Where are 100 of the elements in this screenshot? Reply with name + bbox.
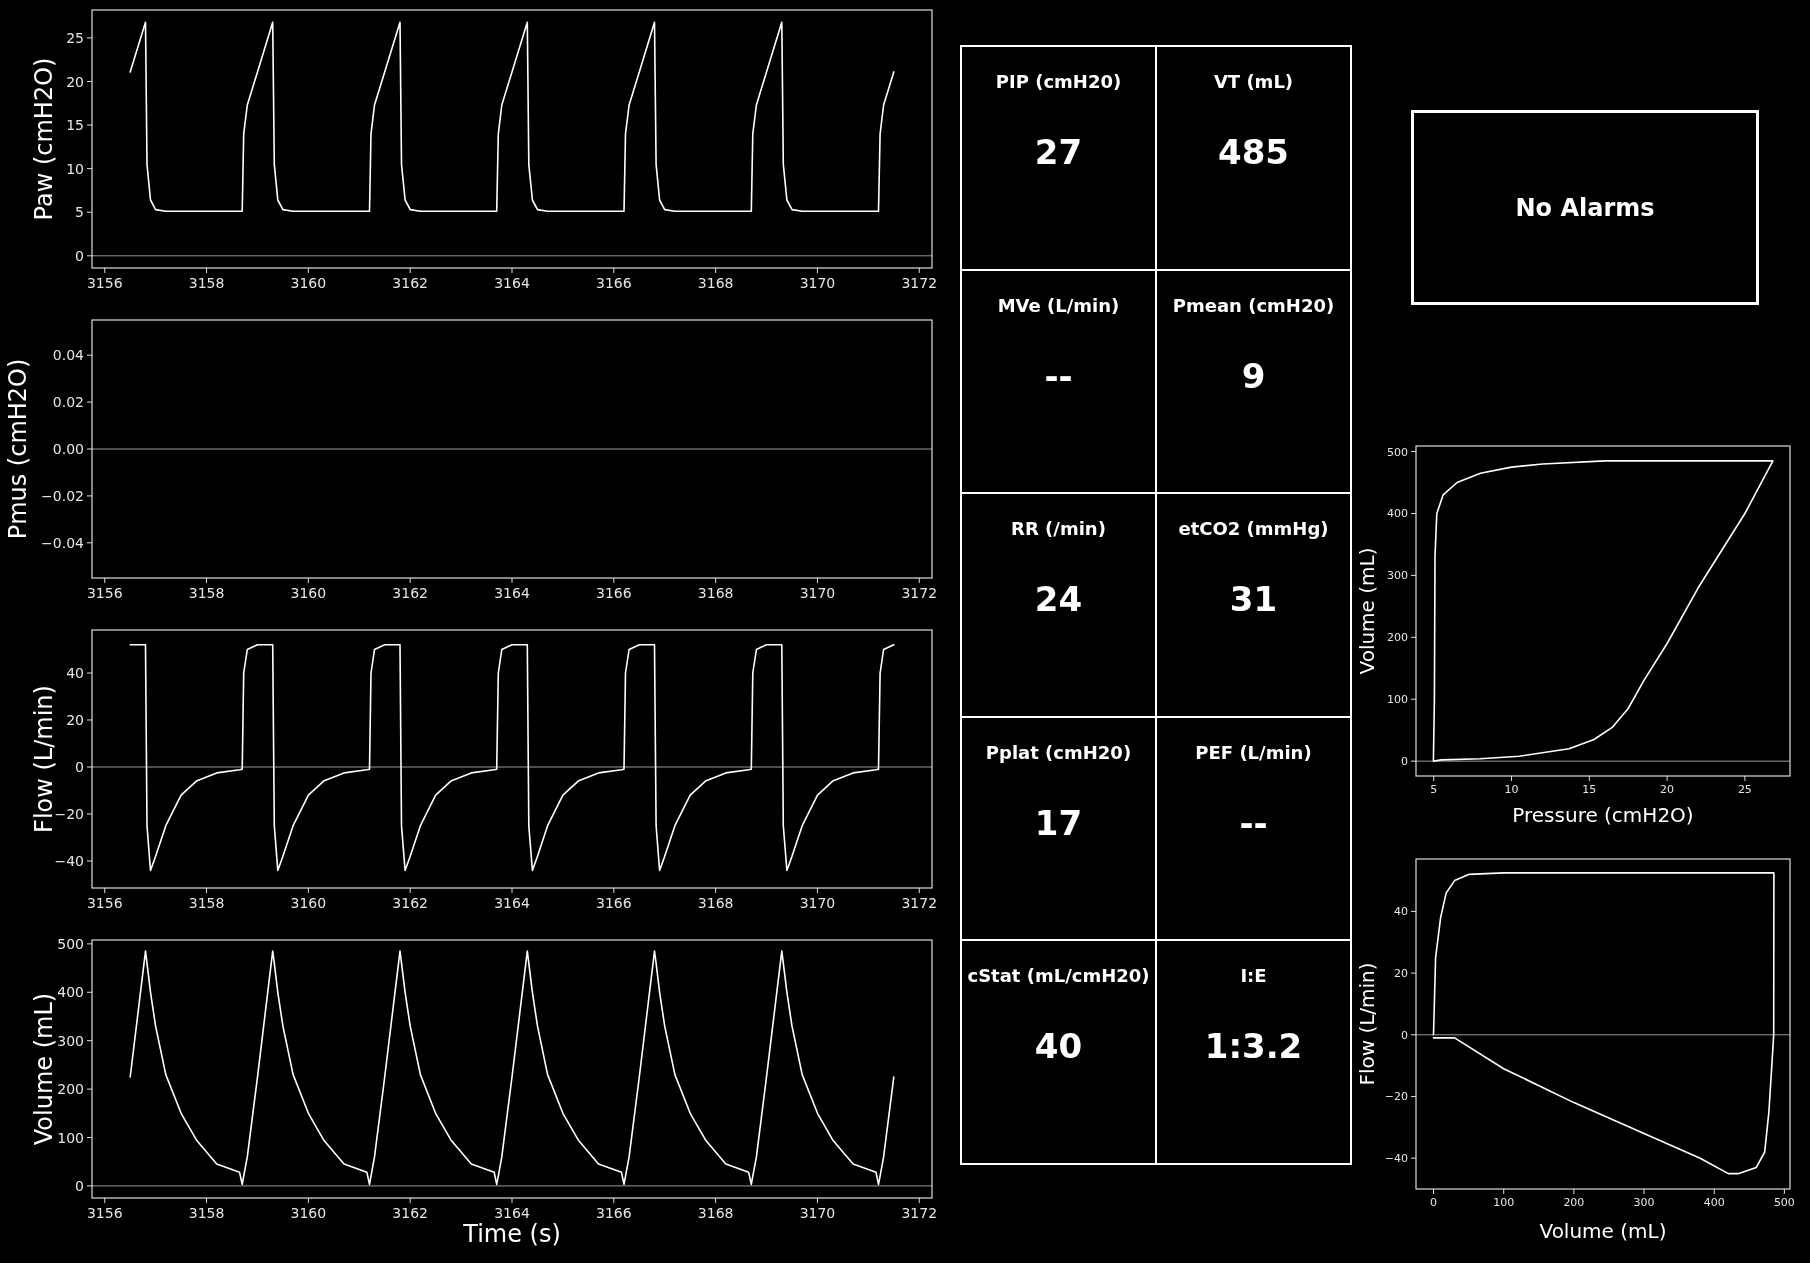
tick-mark [511, 267, 513, 274]
tick-mark [206, 887, 208, 894]
tick-mark [86, 124, 93, 126]
tick-label: 300 [1633, 1196, 1655, 1209]
metric-label: Pmean (cmH20) [1172, 294, 1335, 316]
tick-label: 3158 [188, 585, 225, 601]
tick-mark [86, 860, 93, 862]
tick-label: 200 [1563, 1196, 1585, 1209]
alarm-status: No Alarms [1411, 110, 1759, 305]
tick-label: 500 [57, 935, 84, 952]
tick-label: 3162 [392, 275, 428, 291]
tick-label: 3164 [494, 275, 530, 291]
tick-label: 25 [1737, 783, 1752, 796]
tick-mark [715, 887, 717, 894]
tick-mark [86, 991, 93, 993]
tick-mark [104, 1197, 106, 1204]
tick-label: −0.02 [41, 487, 84, 504]
axis-label: Volume (mL) [30, 992, 58, 1146]
tick-label: 0 [1401, 1028, 1408, 1042]
axis-label: Pressure (cmH2O) [1512, 803, 1694, 827]
tick-mark [715, 1197, 717, 1204]
tick-label: 40 [66, 665, 84, 682]
tick-mark [86, 495, 93, 497]
tick-label: 3166 [596, 585, 632, 601]
tick-label: 3168 [697, 895, 734, 911]
tick-mark [86, 672, 93, 674]
tick-mark [918, 577, 920, 584]
tick-label: 3164 [494, 895, 530, 911]
axis-label: Time (s) [463, 1220, 561, 1248]
tick-mark [1410, 574, 1417, 576]
tick-mark [86, 1185, 93, 1187]
tick-label: 5 [75, 204, 84, 221]
metric-value: 9 [1241, 355, 1266, 396]
tick-label: 3170 [799, 275, 836, 291]
tick-mark [86, 766, 93, 768]
tick-mark [1410, 760, 1417, 762]
tick-mark [1410, 1034, 1417, 1036]
tick-label: −20 [54, 806, 84, 822]
tick-label: 3172 [901, 895, 938, 911]
tick-label: −40 [54, 853, 84, 869]
tick-label: 20 [1394, 967, 1408, 981]
metric-value: 17 [1034, 802, 1083, 843]
metric-label: PIP (cmH20) [995, 71, 1122, 92]
tick-mark [307, 267, 309, 274]
tick-mark [206, 1197, 208, 1204]
tick-label: 0.02 [52, 394, 84, 411]
tick-mark [918, 887, 920, 894]
tick-mark [409, 267, 411, 274]
tick-label: 25 [66, 29, 84, 46]
tick-label: 3160 [290, 585, 327, 601]
tick-mark [1433, 1188, 1435, 1195]
tick-label: 400 [57, 984, 84, 1001]
metric-label: RR (/min) [1011, 518, 1106, 540]
tick-mark [104, 887, 106, 894]
tick-mark [307, 1197, 309, 1204]
tick-mark [86, 255, 93, 257]
tick-mark [86, 1137, 93, 1138]
tick-label: 300 [1387, 569, 1408, 583]
tick-label: 3170 [799, 895, 836, 911]
tick-label: 3168 [697, 275, 734, 291]
tick-mark [206, 577, 208, 584]
tick-label: 3156 [86, 1205, 123, 1221]
tick-label: 3162 [392, 585, 428, 601]
axis-label: Pmus (cmH2O) [4, 358, 32, 540]
tick-label: −20 [1384, 1090, 1408, 1104]
tick-mark [715, 577, 717, 584]
metric-value: 27 [1034, 132, 1083, 172]
metric-value: 24 [1034, 579, 1083, 620]
tick-mark [86, 448, 93, 450]
tick-mark [1410, 972, 1417, 974]
tick-label: 3158 [188, 1205, 225, 1221]
tick-label: 20 [66, 712, 84, 729]
tick-label: 3162 [392, 895, 428, 911]
tick-mark [918, 1197, 920, 1204]
tick-label: 0.04 [52, 347, 84, 364]
tick-label: 3160 [290, 1205, 327, 1221]
metric-label: etCO2 (mmHg) [1178, 518, 1329, 540]
tick-mark [104, 267, 106, 274]
tick-label: 3166 [596, 1205, 632, 1221]
tick-mark [918, 267, 920, 274]
tick-mark [307, 577, 309, 584]
tick-label: 40 [1394, 905, 1408, 919]
tick-label: 0.00 [52, 441, 84, 458]
tick-label: 400 [1387, 507, 1408, 521]
tick-mark [1433, 775, 1435, 782]
tick-mark [1410, 1157, 1417, 1159]
tick-label: 3158 [188, 895, 225, 911]
metric-value: 40 [1034, 1026, 1083, 1067]
tick-label: 3168 [697, 585, 734, 601]
metric-value: 1:3.2 [1204, 1026, 1303, 1067]
tick-label: −40 [1384, 1152, 1408, 1166]
tick-label: 3160 [290, 895, 327, 911]
tick-label: 3170 [799, 1205, 836, 1221]
tick-mark [1588, 775, 1590, 782]
tick-mark [816, 267, 818, 274]
tick-mark [1410, 698, 1417, 700]
tick-mark [1744, 775, 1746, 782]
tick-label: 0 [1430, 1196, 1438, 1209]
tick-label: 3170 [799, 585, 836, 601]
tick-mark [307, 887, 309, 894]
